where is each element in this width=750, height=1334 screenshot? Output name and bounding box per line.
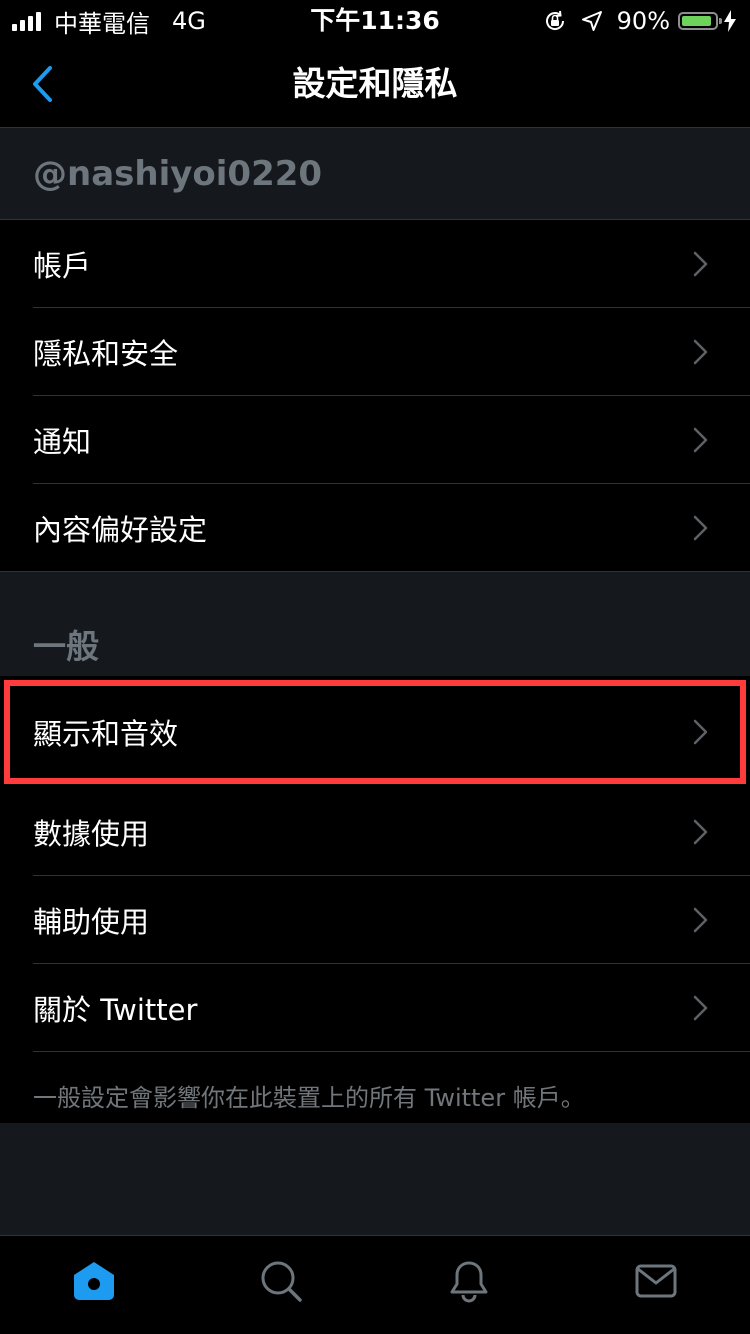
navigation-bar: 設定和隱私: [0, 40, 750, 128]
chevron-right-icon: [693, 339, 708, 365]
settings-item-label: 關於 Twitter: [33, 993, 198, 1027]
settings-item-content-preferences[interactable]: 內容偏好設定: [0, 484, 750, 572]
status-bar: 中華電信 4G 下午11:36 90%: [0, 0, 750, 40]
settings-item-display-sound[interactable]: 顯示和音效: [0, 676, 750, 788]
tab-notifications[interactable]: [375, 1236, 563, 1334]
general-settings-list: 顯示和音效 數據使用 輔助使用 關於 Twitter 一般設定會影響你在此裝置上…: [0, 676, 750, 1135]
mail-icon: [635, 1264, 677, 1298]
page-title: 設定和隱私: [292, 64, 458, 103]
general-section-header: 一般: [0, 572, 750, 676]
settings-item-notifications[interactable]: 通知: [0, 396, 750, 484]
empty-background: [0, 1123, 750, 1235]
charging-bolt-icon: [724, 10, 736, 32]
section-title: 一般: [33, 627, 99, 666]
settings-item-label: 通知: [33, 425, 92, 459]
location-arrow-icon: [581, 10, 603, 32]
account-settings-list: 帳戶 隱私和安全 通知 內容偏好設定: [0, 220, 750, 572]
chevron-right-icon: [693, 819, 708, 845]
tab-home[interactable]: [0, 1236, 188, 1334]
settings-item-label: 內容偏好設定: [33, 513, 208, 547]
battery-percent: 90%: [616, 7, 670, 35]
tab-search[interactable]: [188, 1236, 376, 1334]
settings-item-label: 數據使用: [33, 817, 150, 851]
status-right: 90%: [543, 6, 736, 36]
chevron-right-icon: [693, 515, 708, 541]
account-handle-header: @nashiyoi0220: [0, 128, 750, 220]
chevron-right-icon: [693, 719, 708, 745]
search-icon: [261, 1261, 302, 1302]
chevron-right-icon: [693, 995, 708, 1021]
bottom-tab-bar: [0, 1235, 750, 1334]
settings-item-privacy-security[interactable]: 隱私和安全: [0, 308, 750, 396]
settings-item-label: 隱私和安全: [33, 337, 179, 371]
chevron-right-icon: [693, 251, 708, 277]
settings-item-label: 帳戶: [33, 249, 92, 283]
settings-item-label: 顯示和音效: [33, 717, 179, 751]
bell-icon: [450, 1261, 488, 1303]
chevron-right-icon: [693, 907, 708, 933]
settings-item-about-twitter[interactable]: 關於 Twitter: [0, 964, 750, 1052]
settings-item-accessibility[interactable]: 輔助使用: [0, 876, 750, 964]
settings-item-account[interactable]: 帳戶: [0, 220, 750, 308]
settings-item-data-usage[interactable]: 數據使用: [0, 788, 750, 876]
battery-icon: [678, 12, 722, 30]
battery-fill: [682, 16, 711, 26]
orientation-lock-icon: [543, 9, 567, 33]
chevron-right-icon: [693, 427, 708, 453]
settings-item-label: 輔助使用: [33, 905, 150, 939]
tab-messages[interactable]: [563, 1236, 750, 1334]
home-icon: [73, 1262, 114, 1300]
